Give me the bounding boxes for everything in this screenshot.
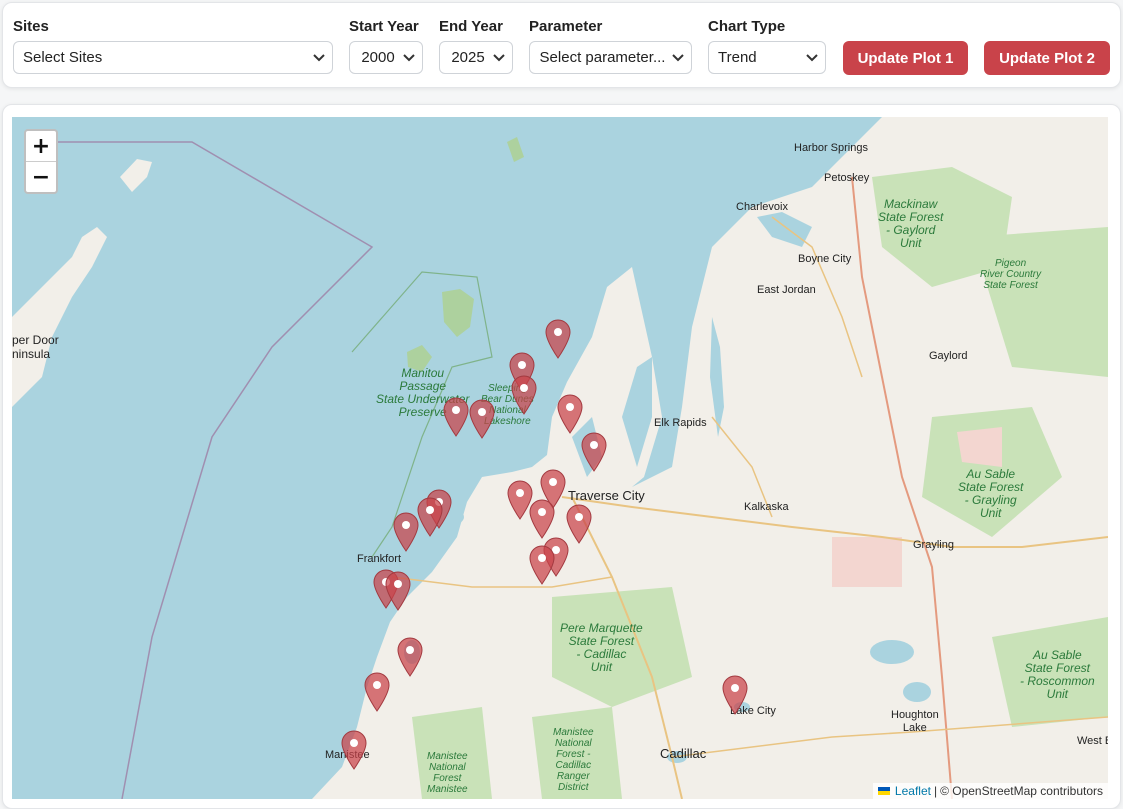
end-year-select[interactable]: 2025 (439, 41, 513, 74)
place-label-charlevoix: Charlevoix (736, 201, 788, 213)
parameter-label: Parameter (529, 18, 603, 35)
sites-select-value: Select Sites (23, 49, 103, 66)
site-marker[interactable] (443, 397, 469, 437)
chevron-down-icon (672, 54, 684, 62)
chevron-down-icon (403, 54, 415, 62)
leaflet-link[interactable]: Leaflet (895, 784, 931, 798)
ukraine-flag-icon (877, 787, 890, 795)
zoom-control: + − (24, 129, 58, 194)
area-label-au-sable-grayling: Au Sable State Forest - Grayling Unit (958, 467, 1024, 520)
chart-type-select[interactable]: Trend (708, 41, 826, 74)
area-label-au-sable-roscommon: Au Sable State Forest - Roscommon Unit (1020, 648, 1095, 701)
place-label-traverse-city: Traverse City (568, 488, 645, 503)
attribution-separator: | (933, 784, 938, 798)
site-marker[interactable] (581, 432, 607, 472)
site-marker[interactable] (722, 675, 748, 715)
place-label-frankfort: Frankfort (357, 553, 402, 565)
update-plot-1-button[interactable]: Update Plot 1 (843, 41, 968, 75)
site-marker[interactable] (469, 399, 495, 439)
site-marker[interactable] (511, 375, 537, 415)
start-year-select[interactable]: 2000 (349, 41, 423, 74)
map-attribution: Leaflet | © OpenStreetMap contributors (872, 783, 1108, 799)
site-marker[interactable] (417, 497, 443, 537)
chart-type-value: Trend (718, 49, 757, 66)
chevron-down-icon (313, 54, 325, 62)
area-label-manistee-nf-2: Manistee National Forest Manistee (427, 751, 468, 795)
site-marker[interactable] (545, 319, 571, 359)
chevron-down-icon (806, 54, 818, 62)
zoom-out-button[interactable]: − (26, 161, 56, 192)
place-label-kalkaska: Kalkaska (744, 501, 789, 513)
place-label-west-b: West B (1077, 735, 1108, 747)
chart-type-label: Chart Type (708, 18, 786, 35)
place-label-gaylord: Gaylord (929, 350, 968, 362)
place-label-cadillac: Cadillac (660, 746, 707, 761)
site-marker[interactable] (529, 499, 555, 539)
osm-attribution: © OpenStreetMap contributors (940, 784, 1103, 798)
place-label-grayling: Grayling (913, 539, 954, 551)
site-marker[interactable] (397, 637, 423, 677)
area-label-manistee-nf-1: Manistee National Forest - Cadillac Rang… (553, 727, 594, 793)
update-plot-2-button[interactable]: Update Plot 2 (984, 41, 1110, 75)
place-label-harbor-springs: Harbor Springs (794, 142, 868, 154)
map[interactable]: Harbor Springs Petoskey Charlevoix Boyne… (12, 117, 1108, 799)
site-marker[interactable] (341, 730, 367, 770)
site-marker[interactable] (364, 672, 390, 712)
area-label-mackinaw: Mackinaw State Forest - Gaylord Unit (878, 197, 944, 250)
place-label-houghton-lake: Houghton Lake (891, 709, 939, 734)
end-year-label: End Year (439, 18, 503, 35)
place-label-petoskey: Petoskey (824, 172, 870, 184)
area-label-pigeon: Pigeon River Country State Forest (980, 258, 1042, 291)
controls-panel: Sites Select Sites Start Year 2000 End Y… (2, 2, 1121, 88)
parameter-select[interactable]: Select parameter... (529, 41, 692, 74)
start-year-label: Start Year (349, 18, 419, 35)
site-marker[interactable] (385, 571, 411, 611)
start-year-value: 2000 (361, 49, 395, 66)
map-tiles (12, 117, 1108, 799)
site-marker[interactable] (557, 394, 583, 434)
place-label-boyne-city: Boyne City (798, 253, 852, 265)
sites-select[interactable]: Select Sites (13, 41, 333, 74)
chevron-down-icon (493, 54, 505, 62)
place-label-elk-rapids: Elk Rapids (654, 417, 707, 429)
area-label-pere-marquette: Pere Marquette State Forest - Cadillac U… (560, 621, 643, 674)
zoom-in-button[interactable]: + (26, 131, 56, 161)
site-marker[interactable] (566, 504, 592, 544)
site-marker[interactable] (393, 512, 419, 552)
end-year-value: 2025 (451, 49, 485, 66)
place-label-east-jordan: East Jordan (757, 284, 816, 296)
parameter-select-value: Select parameter... (539, 49, 666, 66)
site-marker[interactable] (529, 545, 555, 585)
sites-label: Sites (13, 18, 49, 35)
place-label-door-peninsula: per Door ninsula (12, 333, 59, 361)
